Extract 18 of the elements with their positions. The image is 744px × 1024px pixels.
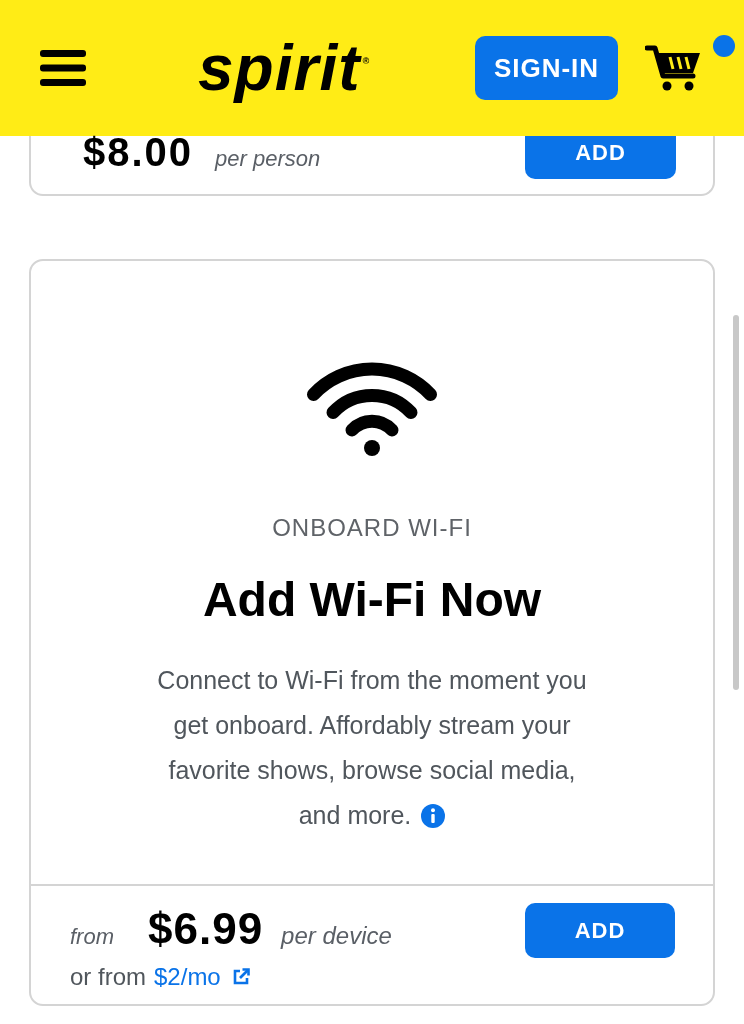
offer-description-end: and more.	[298, 800, 412, 831]
menu-icon[interactable]	[40, 50, 86, 86]
alternative-price-text: or from	[70, 962, 146, 992]
wifi-icon	[306, 360, 438, 456]
price-unit: per device	[281, 921, 392, 951]
offer-title: Add Wi-Fi Now	[202, 572, 542, 628]
price: $8.00	[83, 136, 194, 168]
external-link-icon[interactable]	[231, 968, 250, 986]
monthly-price-link[interactable]: $2/mo	[154, 962, 250, 992]
info-icon[interactable]	[421, 803, 446, 828]
price-unit: per person	[215, 145, 321, 173]
add-button[interactable]: ADD	[525, 903, 675, 958]
add-button[interactable]: ADD	[525, 136, 676, 179]
price: $6.99	[148, 907, 264, 951]
sign-in-button[interactable]: SIGN-IN	[475, 36, 618, 100]
cart-icon[interactable]	[645, 44, 701, 92]
price-prefix: from	[70, 923, 114, 951]
category-label: ONBOARD WI-FI	[272, 513, 472, 543]
